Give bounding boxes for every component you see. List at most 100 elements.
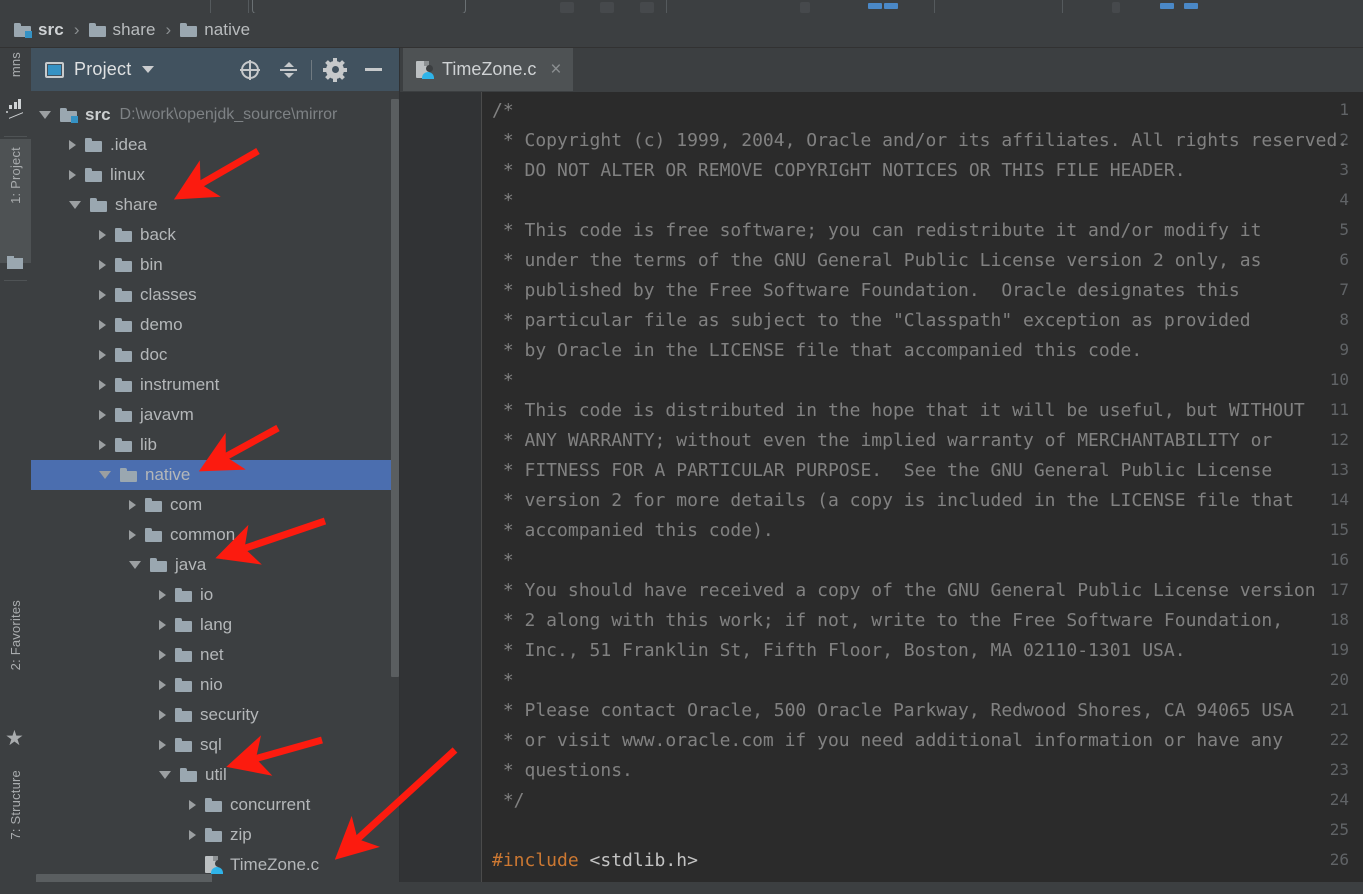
tree-node-nio[interactable]: nio [31, 670, 400, 700]
code-line[interactable]: * FITNESS FOR A PARTICULAR PURPOSE. See … [492, 460, 1272, 481]
hide-panel-button[interactable] [354, 48, 392, 91]
tree-node-label: zip [230, 825, 252, 845]
code-line[interactable]: * DO NOT ALTER OR REMOVE COPYRIGHT NOTIC… [492, 160, 1186, 181]
code-line[interactable]: * version 2 for more details (a copy is … [492, 490, 1294, 511]
tree-vertical-scroll-thumb[interactable] [391, 99, 399, 677]
tree-node-src[interactable]: srcD:\work\openjdk_source\mirror [31, 100, 400, 130]
code-line[interactable]: * Copyright (c) 1999, 2004, Oracle and/o… [492, 130, 1348, 151]
code-line[interactable]: * Please contact Oracle, 500 Oracle Park… [492, 700, 1294, 721]
chevron-down-icon[interactable] [69, 201, 81, 209]
chevron-right-icon[interactable] [99, 320, 106, 330]
code-line[interactable]: /* [492, 100, 514, 121]
tree-node-back[interactable]: back [31, 220, 400, 250]
code-line[interactable]: * 2 along with this work; if not, write … [492, 610, 1283, 631]
code-line[interactable]: #include <stdlib.h> [492, 850, 698, 871]
chevron-right-icon[interactable] [99, 260, 106, 270]
chevron-right-icon[interactable] [99, 380, 106, 390]
tree-node-sql[interactable]: sql [31, 730, 400, 760]
tree-node-io[interactable]: io [31, 580, 400, 610]
code-line[interactable]: * accompanied this code). [492, 520, 774, 541]
code-line[interactable]: * [492, 670, 514, 691]
code-line[interactable]: * particular file as subject to the "Cla… [492, 310, 1251, 331]
chevron-down-icon[interactable] [159, 771, 171, 779]
chevron-right-icon[interactable] [189, 800, 196, 810]
code-line[interactable]: * [492, 550, 514, 571]
chevron-right-icon[interactable] [159, 620, 166, 630]
code-line[interactable]: * This code is distributed in the hope t… [492, 400, 1305, 421]
chevron-right-icon[interactable] [129, 500, 136, 510]
tree-node-label: net [200, 645, 224, 665]
tree-node-concurrent[interactable]: concurrent [31, 790, 400, 820]
code-line[interactable]: * You should have received a copy of the… [492, 580, 1316, 601]
settings-button[interactable] [316, 48, 354, 91]
locate-in-tree-button[interactable] [231, 48, 269, 91]
chevron-right-icon[interactable] [99, 290, 106, 300]
tree-node-util[interactable]: util [31, 760, 400, 790]
code-line[interactable]: * [492, 370, 514, 391]
tree-node-common[interactable]: common [31, 520, 400, 550]
tree-node-share[interactable]: share [31, 190, 400, 220]
code-line[interactable]: * [492, 190, 514, 211]
chevron-right-icon[interactable] [99, 350, 106, 360]
chevron-right-icon[interactable] [99, 230, 106, 240]
tool-window-tab-project[interactable]: 1: Project [0, 139, 31, 263]
tree-node-label: back [140, 225, 176, 245]
tree-node-native[interactable]: native [31, 460, 400, 490]
code-editor[interactable]: 1234567891011121314151617181920212223242… [400, 92, 1363, 894]
editor-tab-timezone-c[interactable]: TimeZone.c × [403, 48, 573, 91]
breadcrumb-label: native [204, 20, 250, 40]
tree-node-security[interactable]: security [31, 700, 400, 730]
chevron-right-icon[interactable] [189, 830, 196, 840]
tree-node-label: com [170, 495, 202, 515]
chevron-down-icon[interactable] [129, 561, 141, 569]
chevron-right-icon[interactable] [159, 710, 166, 720]
run-configuration-combo[interactable] [252, 0, 466, 14]
code-line[interactable]: * questions. [492, 760, 633, 781]
chevron-right-icon[interactable] [129, 530, 136, 540]
tree-node-lib[interactable]: lib [31, 430, 400, 460]
chevron-down-icon[interactable] [99, 471, 111, 479]
chevron-right-icon[interactable] [159, 650, 166, 660]
tree-node-bin[interactable]: bin [31, 250, 400, 280]
tree-node-zip[interactable]: zip [31, 820, 400, 850]
tree-node-java[interactable]: java [31, 550, 400, 580]
code-line[interactable]: * or visit www.oracle.com if you need ad… [492, 730, 1283, 751]
tree-node-linux[interactable]: linux [31, 160, 400, 190]
collapse-all-button[interactable] [269, 48, 307, 91]
project-tree[interactable]: srcD:\work\openjdk_source\mirror.idealin… [31, 91, 400, 894]
code-line[interactable]: * published by the Free Software Foundat… [492, 280, 1240, 301]
tree-node-label: lang [200, 615, 232, 635]
code-line[interactable]: */ [492, 790, 525, 811]
chevron-down-icon[interactable] [142, 66, 154, 73]
close-icon[interactable]: × [550, 60, 561, 79]
tool-window-tab-favorites[interactable]: 2: Favorites [0, 594, 31, 730]
code-line[interactable]: * under the terms of the GNU General Pub… [492, 250, 1261, 271]
chevron-right-icon[interactable] [99, 410, 106, 420]
breadcrumb-item-share[interactable]: share [89, 13, 156, 47]
code-line[interactable]: * This code is free software; you can re… [492, 220, 1261, 241]
breadcrumb-item-src[interactable]: src [14, 13, 64, 47]
tool-window-tab-structure[interactable]: 7: Structure [0, 764, 31, 894]
folder-icon [145, 528, 162, 542]
breadcrumb-item-native[interactable]: native [180, 13, 250, 47]
code-line[interactable]: * by Oracle in the LICENSE file that acc… [492, 340, 1142, 361]
code-line[interactable]: * Inc., 51 Franklin St, Fifth Floor, Bos… [492, 640, 1186, 661]
code-line[interactable]: * ANY WARRANTY; without even the implied… [492, 430, 1272, 451]
chevron-right-icon[interactable] [99, 440, 106, 450]
tree-node-lang[interactable]: lang [31, 610, 400, 640]
tree-node-classes[interactable]: classes [31, 280, 400, 310]
tree-node-doc[interactable]: doc [31, 340, 400, 370]
chevron-right-icon[interactable] [159, 680, 166, 690]
tree-node-net[interactable]: net [31, 640, 400, 670]
code-text[interactable]: /* * Copyright (c) 1999, 2004, Oracle an… [492, 92, 1363, 894]
chevron-right-icon[interactable] [159, 590, 166, 600]
tree-node-com[interactable]: com [31, 490, 400, 520]
tree-node--idea[interactable]: .idea [31, 130, 400, 160]
tree-node-javavm[interactable]: javavm [31, 400, 400, 430]
chevron-down-icon[interactable] [39, 111, 51, 119]
chevron-right-icon[interactable] [69, 170, 76, 180]
chevron-right-icon[interactable] [69, 140, 76, 150]
chevron-right-icon[interactable] [159, 740, 166, 750]
tree-node-demo[interactable]: demo [31, 310, 400, 340]
tree-node-instrument[interactable]: instrument [31, 370, 400, 400]
